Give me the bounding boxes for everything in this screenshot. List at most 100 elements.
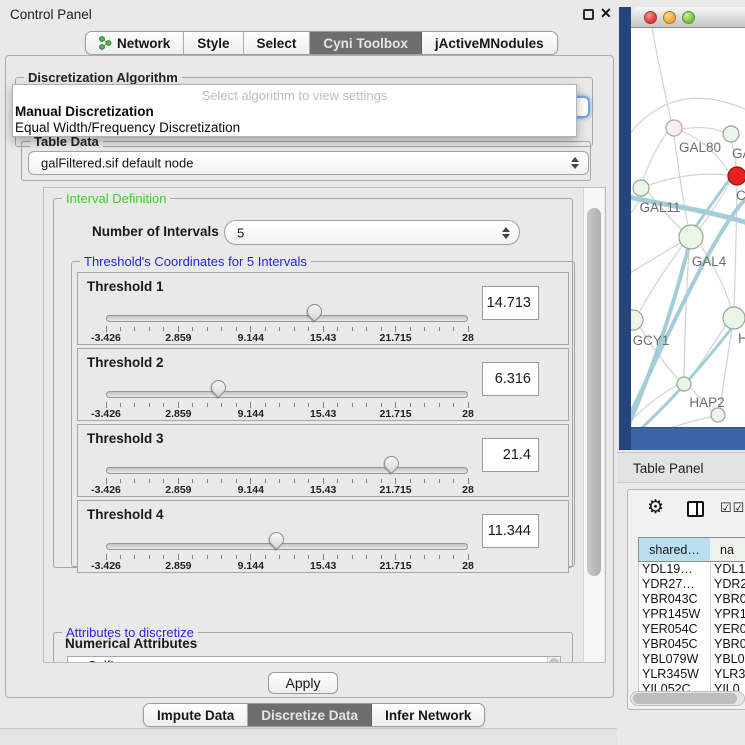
attribute-item[interactable]: SelfLoops [68, 657, 560, 663]
table-panel-title: Table Panel [633, 461, 704, 476]
tick-mark [366, 327, 367, 331]
tick-mark [236, 479, 237, 483]
algorithm-option[interactable]: Equal Width/Frequency Discretization [15, 120, 240, 135]
number-of-intervals-combo[interactable]: 5 [224, 220, 520, 245]
threshold-slider-track[interactable] [106, 391, 468, 398]
tab-impute-data[interactable]: Impute Data [144, 704, 248, 726]
network-node[interactable] [666, 120, 682, 136]
tick-mark [410, 403, 411, 407]
tick-mark [149, 403, 150, 407]
tab-cyni-toolbox[interactable]: Cyni Toolbox [310, 32, 422, 54]
table-row[interactable]: YDR27…YDR2 [639, 577, 745, 592]
tick-mark [265, 479, 266, 483]
horizontal-scrollbar[interactable] [630, 691, 745, 706]
table-row[interactable]: YBR043CYBR0 [639, 592, 745, 607]
tab-style[interactable]: Style [184, 32, 243, 54]
network-node[interactable] [679, 225, 703, 249]
network-canvas[interactable]: GAL80GACGAL11GAL4GCY1HHAP2 [631, 28, 745, 427]
list-scrollbar-thumb[interactable] [549, 658, 559, 663]
tick-mark [294, 555, 295, 559]
table-row[interactable]: YPR145WYPR1 [639, 607, 745, 622]
table-row[interactable]: YBL079WYBL0 [639, 652, 745, 667]
gear-icon[interactable]: ⚙ [647, 496, 664, 519]
network-node-label: GA [732, 146, 745, 161]
network-node[interactable] [633, 180, 649, 196]
threshold-slider-track[interactable] [106, 467, 468, 474]
numerical-attributes-list[interactable]: SelfLoopsTopologicalCoefficientBetweenne… [67, 656, 561, 663]
traffic-light-minimize-button[interactable] [663, 11, 676, 24]
tab-discretize-data[interactable]: Discretize Data [248, 704, 372, 726]
close-icon[interactable]: ✕ [600, 5, 612, 22]
table-data-combo[interactable]: galFiltered.sif default node [28, 151, 589, 175]
tick-mark [424, 479, 425, 483]
column-header-name[interactable]: na [710, 537, 745, 562]
threshold-slider-track[interactable] [106, 315, 468, 322]
tick-mark [192, 327, 193, 331]
threshold-value-field[interactable]: 6.316 [482, 362, 539, 396]
tab-label: jActiveMNodules [435, 36, 544, 51]
threshold-value-field[interactable]: 14.713 [482, 286, 539, 320]
tick-label: 2.859 [165, 560, 191, 572]
apply-button[interactable]: Apply [268, 672, 338, 694]
tab-jactivemnodules[interactable]: jActiveMNodules [422, 32, 557, 54]
stepper-arrows-icon[interactable] [502, 227, 510, 239]
tick-mark [279, 403, 280, 407]
cell-shared-name: YBR043C [639, 592, 711, 607]
float-window-icon[interactable] [583, 9, 594, 20]
number-of-intervals-label: Number of Intervals [92, 224, 219, 239]
tick-label: 28 [462, 560, 474, 572]
threshold-value-field[interactable]: 21.4 [482, 438, 539, 472]
tick-mark [236, 555, 237, 559]
network-node[interactable] [631, 310, 643, 330]
tick-mark [265, 555, 266, 559]
checkbox-columns-icon[interactable]: ☑☑ [720, 500, 745, 516]
network-node-label: H [738, 331, 745, 346]
tick-label: 15.43 [310, 560, 336, 572]
algorithm-option[interactable]: Manual Discretization [15, 104, 154, 119]
traffic-light-close-button[interactable] [644, 11, 657, 24]
tick-mark [236, 327, 237, 331]
network-node[interactable] [723, 126, 739, 142]
split-columns-icon[interactable] [687, 501, 704, 517]
interval-definition-label: Interval Definition [62, 191, 170, 206]
stepper-arrows-icon[interactable] [571, 157, 579, 169]
network-node-label: HAP2 [689, 395, 724, 410]
table-rows: YDL19…YDL1YDR27…YDR2YBR043CYBR0YPR145WYP… [638, 562, 745, 697]
tick-mark [337, 327, 338, 331]
traffic-light-zoom-button[interactable] [682, 11, 695, 24]
table-row[interactable]: YDL19…YDL1 [639, 562, 745, 577]
numerical-attributes-label: Numerical Attributes [65, 636, 197, 651]
network-node-label: C [736, 188, 745, 203]
network-node[interactable] [711, 408, 725, 422]
network-edge-thick [692, 180, 729, 232]
threshold-value-field[interactable]: 11.344 [482, 514, 539, 548]
table-row[interactable]: YER054CYER0 [639, 622, 745, 637]
vertical-scrollbar-thumb[interactable] [587, 208, 601, 576]
tick-mark [236, 403, 237, 407]
horizontal-scrollbar-thumb[interactable] [633, 693, 737, 704]
tick-label: -3.426 [91, 408, 121, 420]
vertical-scrollbar[interactable] [583, 188, 604, 662]
tick-label: 15.43 [310, 484, 336, 496]
network-node-label: GAL80 [679, 140, 721, 155]
network-node[interactable] [723, 307, 745, 329]
table-row[interactable]: YLR345WYLR3 [639, 667, 745, 682]
network-window-titlebar[interactable] [631, 7, 745, 28]
table-row[interactable]: YBR045CYBR0 [639, 637, 745, 652]
tab-select[interactable]: Select [244, 32, 311, 54]
network-edge [682, 128, 723, 132]
tab-label: Impute Data [157, 708, 234, 723]
network-edge [700, 183, 730, 228]
tick-label: 21.715 [380, 408, 412, 420]
tick-mark [352, 403, 353, 407]
network-node[interactable] [728, 167, 745, 185]
cell-name: YBL0 [711, 652, 745, 667]
network-node[interactable] [677, 377, 691, 391]
tab-infer-network[interactable]: Infer Network [372, 704, 484, 726]
tick-mark [134, 555, 135, 559]
list-scrollbar[interactable] [547, 657, 560, 663]
tab-network[interactable]: Network [86, 32, 184, 54]
tick-mark [163, 403, 164, 407]
threshold-slider-track[interactable] [106, 543, 468, 550]
column-header-shared-name[interactable]: shared… [638, 537, 711, 562]
